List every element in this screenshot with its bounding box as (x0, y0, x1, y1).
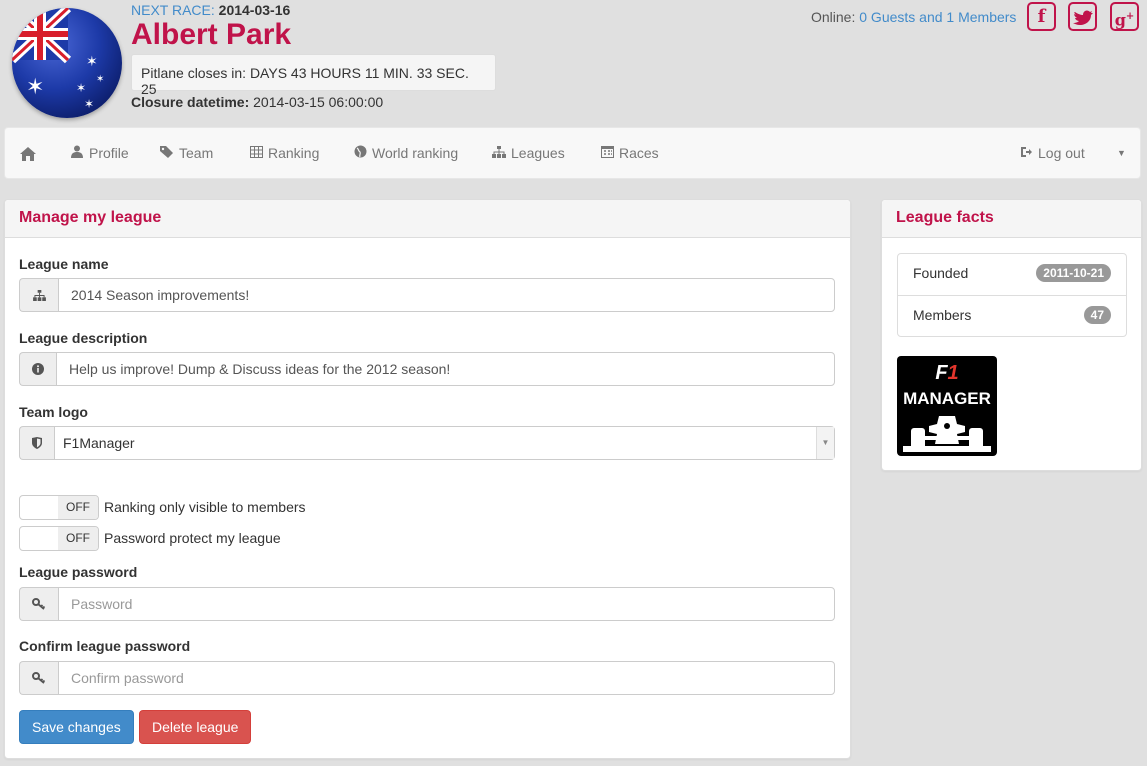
page-header: ✶ ✶ ✶ ✶ ✶ NEXT RACE: 2014-03-16 Albert P… (0, 0, 1147, 127)
nav-ranking-label: Ranking (268, 145, 320, 161)
members-badge: 47 (1083, 306, 1111, 324)
home-icon (20, 147, 36, 162)
league-name-input[interactable] (58, 278, 835, 312)
online-status: Online: 0 Guests and 1 Members (811, 9, 1016, 25)
ranking-visibility-label: Ranking only visible to members (104, 499, 306, 515)
league-facts-panel: League facts Founded 2011-10-21 Members … (881, 199, 1142, 471)
pitlane-countdown: Pitlane closes in: DAYS 43 HOURS 11 MIN.… (131, 54, 496, 97)
team-logo-label: Team logo (19, 404, 88, 420)
league-password-input[interactable] (58, 587, 835, 621)
online-label: Online: (811, 9, 856, 25)
password-protect-toggle[interactable]: OFF (19, 526, 99, 551)
founded-badge: 2011-10-21 (1036, 264, 1111, 282)
founded-label: Founded (913, 265, 969, 281)
nav-team[interactable]: Team (160, 128, 213, 178)
next-race-label: NEXT RACE: (131, 2, 215, 18)
nav-world-ranking[interactable]: World ranking (353, 128, 458, 178)
nav-leagues-label: Leagues (511, 145, 565, 161)
nav-home[interactable] (19, 128, 37, 178)
svg-text:✶: ✶ (26, 75, 44, 100)
league-description-input[interactable] (56, 352, 835, 386)
closure-label: Closure datetime: (131, 94, 250, 110)
league-description-group (19, 352, 835, 386)
password-protect-label: Password protect my league (104, 530, 281, 546)
logo-manager-text: MANAGER (903, 389, 991, 408)
league-password-label: League password (19, 564, 138, 580)
tags-icon (160, 129, 174, 179)
team-logo-group: F1Manager ▼ (19, 426, 835, 460)
team-logo-select[interactable]: F1Manager ▼ (54, 426, 835, 460)
twitter-icon[interactable] (1068, 2, 1097, 31)
list-item-founded: Founded 2011-10-21 (898, 254, 1126, 295)
key-icon (19, 587, 58, 621)
australia-flag-icon: ✶ ✶ ✶ ✶ ✶ (12, 8, 122, 118)
svg-text:✶: ✶ (76, 81, 86, 95)
league-password-group (19, 587, 835, 621)
nav-team-label: Team (179, 145, 214, 161)
confirm-password-group (19, 661, 835, 695)
next-race: NEXT RACE: 2014-03-16 (131, 2, 290, 18)
league-name-label: League name (19, 256, 109, 272)
info-icon (19, 352, 56, 386)
manage-league-panel: Manage my league League name League desc… (4, 199, 851, 759)
save-changes-button[interactable]: Save changes (19, 710, 134, 744)
delete-league-button[interactable]: Delete league (139, 710, 252, 744)
logout-icon (1019, 129, 1033, 179)
logo-f1-text: F1 (935, 362, 959, 384)
confirm-password-label: Confirm league password (19, 638, 191, 654)
members-label: Members (913, 307, 972, 323)
toggle-off-state: OFF (58, 496, 98, 519)
facebook-icon[interactable]: f (1027, 2, 1056, 31)
f1-car-icon (903, 416, 991, 452)
nav-logout-label: Log out (1038, 145, 1085, 161)
closure-datetime: Closure datetime: 2014-03-15 06:00:00 (131, 94, 383, 110)
league-logo-image: F1 MANAGER (897, 356, 997, 456)
nav-world-ranking-label: World ranking (372, 145, 459, 161)
nav-profile[interactable]: Profile (70, 128, 129, 178)
team-logo-selected: F1Manager (63, 435, 135, 451)
ranking-visibility-toggle[interactable]: OFF (19, 495, 99, 520)
table-icon (249, 129, 263, 179)
nav-profile-label: Profile (89, 145, 129, 161)
league-facts-title: League facts (882, 200, 1141, 238)
next-race-date: 2014-03-16 (218, 2, 291, 18)
closure-value: 2014-03-15 06:00:00 (253, 94, 384, 110)
sitemap-icon (19, 278, 58, 312)
league-facts-list: Founded 2011-10-21 Members 47 (897, 253, 1127, 337)
main-navbar: Profile Team Ranking World ranking Leagu… (4, 127, 1141, 179)
shield-icon (19, 426, 54, 460)
manage-league-title: Manage my league (5, 200, 850, 238)
nav-dropdown-caret-icon[interactable]: ▼ (1117, 128, 1126, 178)
globe-icon (353, 129, 367, 179)
online-users-link[interactable]: 0 Guests and 1 Members (859, 9, 1016, 25)
league-description-label: League description (19, 330, 148, 346)
nav-races[interactable]: Races (600, 128, 659, 178)
nav-ranking[interactable]: Ranking (249, 128, 319, 178)
nav-leagues[interactable]: Leagues (492, 128, 565, 178)
league-name-group (19, 278, 835, 312)
toggle-off-state: OFF (58, 527, 98, 550)
confirm-password-input[interactable] (58, 661, 835, 695)
svg-text:✶: ✶ (86, 54, 98, 70)
nav-logout[interactable]: Log out (1019, 128, 1085, 178)
nav-races-label: Races (619, 145, 659, 161)
dropdown-arrow-icon[interactable]: ▼ (816, 427, 834, 459)
svg-text:✶: ✶ (84, 97, 94, 111)
google-plus-icon[interactable]: g+ (1110, 2, 1139, 31)
calendar-icon (600, 129, 614, 179)
svg-text:✶: ✶ (96, 74, 104, 85)
key-icon (19, 661, 58, 695)
list-item-members: Members 47 (898, 295, 1126, 336)
sitemap-icon (492, 129, 506, 179)
user-icon (70, 129, 84, 179)
race-title: Albert Park (131, 18, 292, 51)
